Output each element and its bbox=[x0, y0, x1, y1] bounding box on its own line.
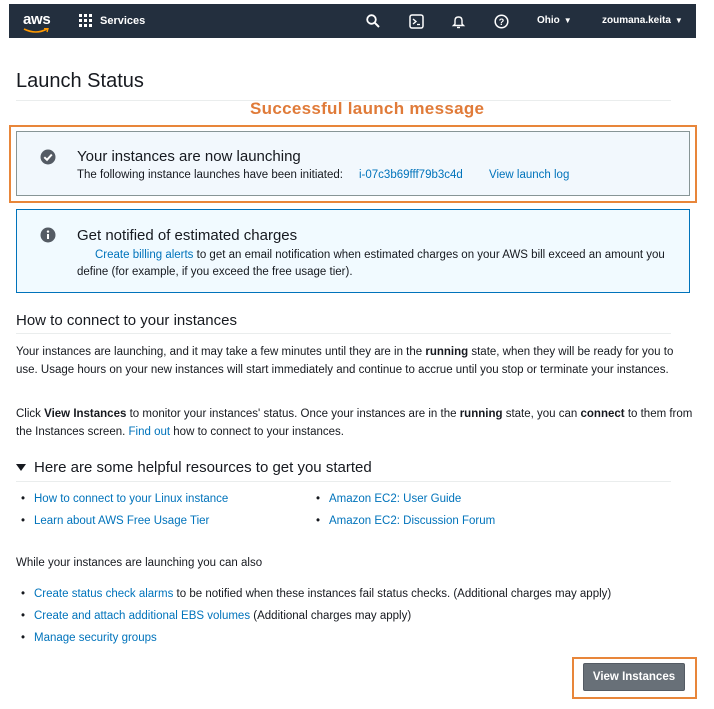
list-item: Amazon EC2: User Guide bbox=[311, 491, 495, 513]
success-alert: Your instances are now launching The fol… bbox=[16, 131, 690, 196]
account-label: zoumana.keita bbox=[602, 15, 671, 26]
services-menu[interactable]: Services bbox=[79, 14, 145, 27]
discussion-forum-link[interactable]: Amazon EC2: Discussion Forum bbox=[329, 515, 495, 527]
status-check-alarms-link[interactable]: Create status check alarms bbox=[34, 588, 173, 600]
account-menu[interactable]: zoumana.keita ▼ bbox=[602, 15, 683, 26]
info-heading: Get notified of estimated charges bbox=[77, 227, 298, 244]
ebs-volumes-link[interactable]: Create and attach additional EBS volumes bbox=[34, 610, 250, 622]
caret-down-icon: ▼ bbox=[674, 16, 683, 25]
connect-paragraph-1: Your instances are launching, and it may… bbox=[16, 346, 674, 376]
view-launch-log-link[interactable]: View launch log bbox=[489, 169, 569, 181]
free-tier-link[interactable]: Learn about AWS Free Usage Tier bbox=[34, 515, 209, 527]
region-selector[interactable]: Ohio ▼ bbox=[537, 15, 572, 26]
terminal-icon[interactable] bbox=[407, 12, 425, 30]
success-text: The following instance launches have bee… bbox=[77, 169, 343, 181]
success-heading: Your instances are now launching bbox=[77, 148, 301, 165]
billing-info-alert: Get notified of estimated charges Create… bbox=[16, 209, 690, 293]
user-guide-link[interactable]: Amazon EC2: User Guide bbox=[329, 493, 461, 505]
resources-title: Here are some helpful resources to get y… bbox=[34, 459, 372, 476]
caret-down-icon: ▼ bbox=[563, 16, 572, 25]
svg-text:?: ? bbox=[498, 17, 504, 27]
region-label: Ohio bbox=[537, 15, 560, 26]
divider bbox=[16, 333, 671, 334]
create-billing-alerts-link[interactable]: Create billing alerts bbox=[95, 249, 193, 261]
resources-section-toggle[interactable]: Here are some helpful resources to get y… bbox=[16, 459, 372, 476]
connect-paragraph-2: Click View Instances to monitor your ins… bbox=[16, 408, 693, 438]
aws-logo[interactable]: aws bbox=[23, 11, 51, 33]
search-icon[interactable] bbox=[364, 12, 382, 30]
services-label: Services bbox=[100, 14, 146, 27]
resources-list-left: How to connect to your Linux instance Le… bbox=[16, 491, 228, 535]
list-item: Create and attach additional EBS volumes… bbox=[16, 608, 611, 630]
page-title: Launch Status bbox=[16, 70, 144, 92]
while-launching-list: Create status check alarms to be notifie… bbox=[16, 586, 611, 652]
view-instances-button[interactable]: View Instances bbox=[583, 663, 685, 691]
find-out-link[interactable]: Find out bbox=[129, 426, 171, 438]
connect-section-title: How to connect to your instances bbox=[16, 312, 237, 329]
grid-icon bbox=[79, 14, 92, 27]
security-groups-link[interactable]: Manage security groups bbox=[34, 632, 157, 644]
smile-icon bbox=[23, 28, 49, 33]
resources-list-right: Amazon EC2: User Guide Amazon EC2: Discu… bbox=[311, 491, 495, 535]
list-item: Learn about AWS Free Usage Tier bbox=[16, 513, 228, 535]
check-circle-icon bbox=[40, 149, 56, 168]
list-item: How to connect to your Linux instance bbox=[16, 491, 228, 513]
bell-icon[interactable] bbox=[449, 12, 467, 30]
instance-id-link[interactable]: i-07c3b69fff79b3c4d bbox=[359, 169, 463, 181]
help-icon[interactable]: ? bbox=[492, 12, 510, 30]
while-launching-title: While your instances are launching you c… bbox=[16, 557, 263, 569]
list-item: Manage security groups bbox=[16, 630, 611, 652]
linux-connect-link[interactable]: How to connect to your Linux instance bbox=[34, 493, 228, 505]
divider bbox=[16, 481, 671, 482]
caret-down-icon bbox=[16, 464, 26, 471]
list-item: Create status check alarms to be notifie… bbox=[16, 586, 611, 608]
annotation-label: Successful launch message bbox=[250, 99, 485, 118]
logo-text: aws bbox=[23, 11, 51, 28]
info-body: Create billing alerts to get an email no… bbox=[77, 247, 685, 281]
top-nav-bar: aws Services ? Ohio ▼ zoumana.keita ▼ bbox=[9, 4, 696, 38]
list-item: Amazon EC2: Discussion Forum bbox=[311, 513, 495, 535]
info-icon bbox=[40, 227, 56, 246]
